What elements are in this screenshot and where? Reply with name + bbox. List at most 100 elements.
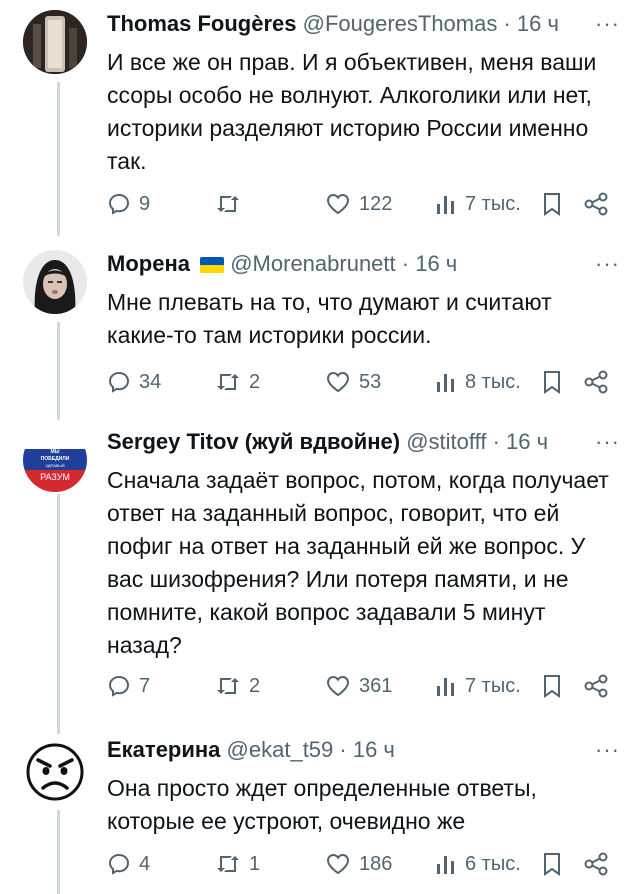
views-button[interactable]: 6 тыс. (435, 846, 521, 882)
more-options-icon[interactable]: ··· (595, 10, 620, 38)
more-options-icon[interactable]: ··· (595, 736, 620, 764)
retweet-button[interactable]: 2 (215, 364, 260, 400)
like-button[interactable]: 361 (325, 668, 392, 704)
retweet-count: 2 (249, 370, 261, 393)
author-handle[interactable]: @FougeresThomas (303, 11, 498, 36)
avatar[interactable]: МЫ ПОБЕДИЛИ ЗДРАВЫЙ РАЗУМ (23, 428, 87, 492)
more-options-icon[interactable]: ··· (595, 250, 620, 278)
author-name[interactable]: Морена (107, 251, 190, 276)
bar-chart-icon (437, 374, 454, 392)
tweet[interactable]: МЫ ПОБЕДИЛИ ЗДРАВЫЙ РАЗУМ Sergey Titov (… (0, 418, 640, 728)
tweet-text-line: Сначала задаёт вопрос, потом, когда полу… (107, 467, 609, 493)
bar-chart-icon (437, 856, 454, 874)
tweet-text-line: Она просто ждет определенные ответы, (107, 775, 537, 801)
like-button[interactable]: 122 (325, 186, 392, 222)
share-icon (584, 192, 608, 216)
bookmark-button[interactable] (541, 364, 563, 400)
tweet-text-line: назад? (107, 632, 182, 658)
author-name[interactable]: Sergey Titov (жуй вдвойне) (107, 429, 400, 454)
reply-button[interactable]: 7 (107, 668, 150, 704)
retweet-button[interactable] (215, 186, 249, 222)
retweet-icon (217, 196, 239, 212)
share-button[interactable] (583, 186, 609, 222)
timestamp[interactable]: 16 ч (506, 429, 548, 454)
tweet-text-line: помните, какой вопрос задавали 5 минут (107, 599, 546, 625)
bookmark-button[interactable] (541, 186, 563, 222)
views-button[interactable]: 7 тыс. (435, 668, 521, 704)
avatar-text: МЫ (50, 449, 59, 455)
tweet-actions: 34 2 53 8 тыс. (107, 364, 620, 400)
like-count: 186 (359, 852, 393, 875)
avatar-text: ПОБЕДИЛИ (41, 456, 70, 462)
tweet-text-line: какие-то там историки россии. (107, 322, 432, 348)
tweet-text-line: так. (107, 148, 147, 174)
views-button[interactable]: 8 тыс. (435, 364, 521, 400)
author-handle[interactable]: @stitofff (406, 429, 486, 454)
like-button[interactable]: 186 (325, 846, 392, 882)
avatar-text: РАЗУМ (40, 472, 70, 482)
tweet-text-line: И все же он прав. И я объективен, меня в… (107, 49, 597, 75)
avatar[interactable] (23, 740, 87, 804)
share-button[interactable] (583, 668, 609, 704)
heart-icon (326, 371, 350, 393)
tweet-text-line: историки разделяют историю России именно (107, 115, 589, 141)
tweet[interactable]: Екатерина @ekat_t59 · 16 ч ··· Она прост… (0, 730, 640, 894)
heart-icon (326, 193, 350, 215)
heart-icon (326, 853, 350, 875)
author-name[interactable]: Екатерина (107, 737, 220, 762)
bookmark-button[interactable] (541, 668, 563, 704)
author-name[interactable]: Thomas Fougères (107, 11, 296, 36)
views-button[interactable]: 7 тыс. (435, 186, 521, 222)
reply-button[interactable]: 4 (107, 846, 150, 882)
reply-count: 34 (139, 370, 162, 393)
reply-icon (108, 371, 130, 393)
tweet-actions: 7 2 361 7 тыс. (107, 668, 620, 704)
reply-icon (108, 193, 130, 215)
avatar[interactable] (23, 10, 87, 74)
share-icon (584, 674, 608, 698)
bar-chart-icon (437, 678, 454, 696)
separator: · (333, 737, 353, 762)
tweet[interactable]: Морена @Morenabrunett · 16 ч ··· Мне пле… (0, 240, 640, 416)
bookmark-icon (544, 371, 560, 394)
like-button[interactable]: 53 (325, 364, 381, 400)
views-count: 6 тыс. (465, 852, 521, 875)
tweet-text-line: Мне плевать на то, что думают и считают (107, 289, 552, 315)
more-options-icon[interactable]: ··· (595, 428, 620, 456)
timestamp[interactable]: 16 ч (517, 11, 559, 36)
retweet-icon (217, 678, 239, 694)
timestamp[interactable]: 16 ч (415, 251, 457, 276)
tweet-actions: 9 122 7 тыс. (107, 186, 620, 222)
retweet-button[interactable]: 1 (215, 846, 260, 882)
separator: · (497, 11, 517, 36)
tweet-text-line: ответ на заданный вопрос, говорит, что е… (107, 500, 560, 526)
author-handle[interactable]: @Morenabrunett (230, 251, 395, 276)
like-count: 53 (359, 370, 382, 393)
tweet-text-line: пофиг на ответ на заданный ей же вопрос.… (107, 533, 586, 559)
bookmark-icon (544, 193, 560, 216)
share-button[interactable] (583, 846, 609, 882)
timestamp[interactable]: 16 ч (353, 737, 395, 762)
reply-icon (108, 675, 130, 697)
avatar-text: ЗДРАВЫЙ (45, 463, 64, 468)
bookmark-button[interactable] (541, 846, 563, 882)
reply-button[interactable]: 9 (107, 186, 150, 222)
ukraine-flag-icon (200, 257, 225, 273)
heart-icon (326, 675, 350, 697)
tweet-text-line: которые ее устроют, очевидно же (107, 808, 466, 834)
tweet[interactable]: Thomas Fougères @FougeresThomas · 16 ч ·… (0, 0, 640, 240)
avatar[interactable] (23, 250, 87, 314)
author-handle[interactable]: @ekat_t59 (227, 737, 334, 762)
retweet-icon (217, 374, 239, 390)
reply-icon (108, 853, 130, 875)
bookmark-icon (544, 675, 560, 698)
retweet-icon (217, 856, 239, 872)
retweet-count: 1 (249, 852, 261, 875)
share-button[interactable] (583, 364, 609, 400)
views-count: 7 тыс. (465, 674, 521, 697)
like-count: 122 (359, 192, 393, 215)
reply-button[interactable]: 34 (107, 364, 161, 400)
retweet-button[interactable]: 2 (215, 668, 260, 704)
reply-count: 9 (139, 192, 151, 215)
tweet-text-line: вас шизофрения? Или потеря памяти, и не (107, 566, 569, 592)
